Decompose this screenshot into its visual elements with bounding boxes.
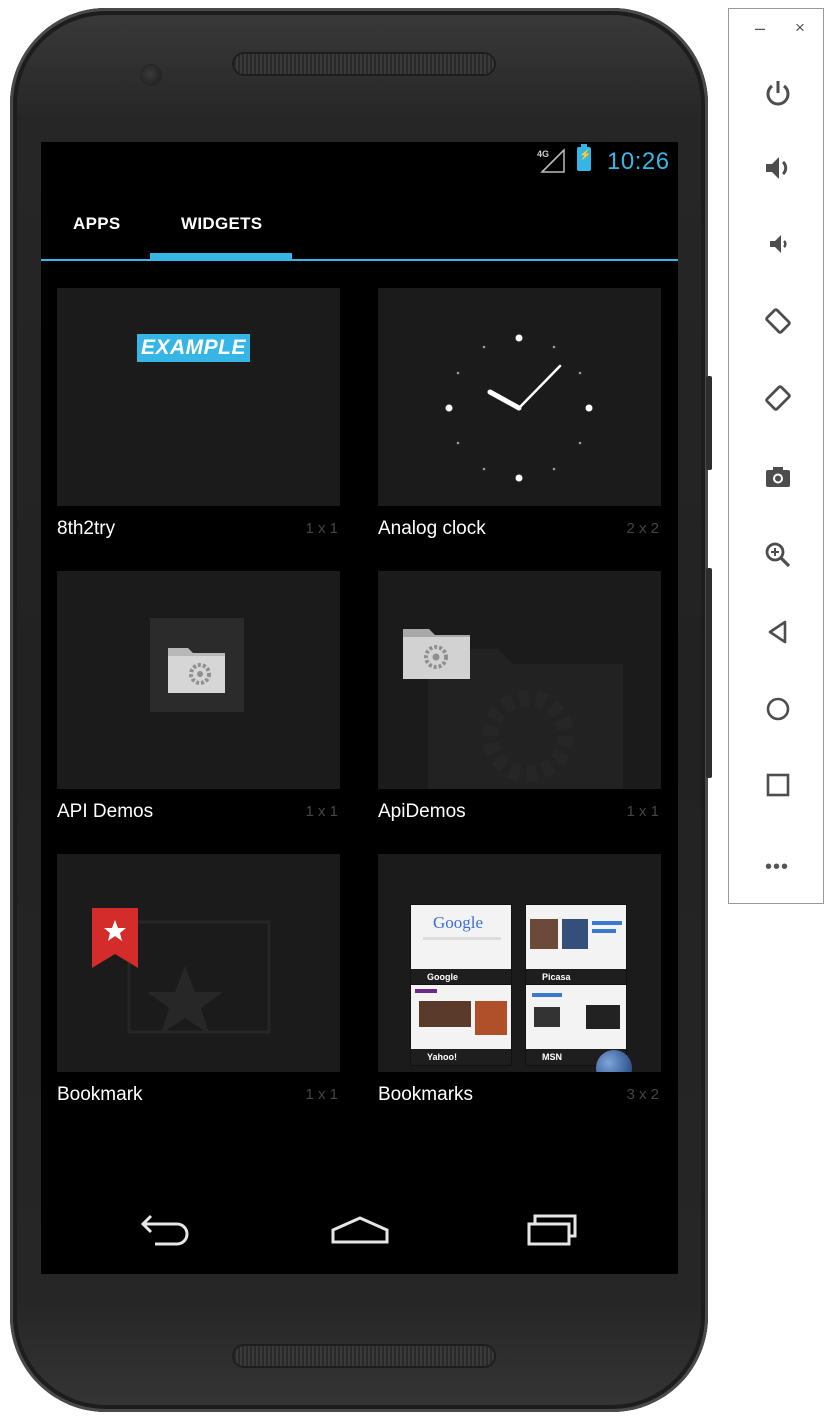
bookmark-thumbnail: Google Google xyxy=(410,904,512,986)
bookmark-thumbnail: Yahoo! xyxy=(410,984,512,1066)
volume-up-icon[interactable] xyxy=(762,152,794,184)
widget-name: API Demos xyxy=(57,801,154,822)
more-options-icon[interactable]: ••• xyxy=(765,857,789,877)
widget-size: 1 x 1 xyxy=(305,520,338,537)
navigation-bar xyxy=(41,1194,678,1274)
recents-icon[interactable] xyxy=(525,1210,581,1250)
home-icon[interactable] xyxy=(762,693,794,725)
widget-name: Bookmarks xyxy=(378,1084,474,1105)
thumbnail-label: Picasa xyxy=(526,969,626,985)
top-speaker-grille xyxy=(232,52,496,76)
bookmark-thumbnail: Picasa xyxy=(525,904,627,986)
example-preview-label: EXAMPLE xyxy=(137,334,251,362)
rotate-right-icon[interactable] xyxy=(762,382,794,414)
device-screen: 4G 10:26 APPS WIDGETS EXAMPLE 8th2try 1 … xyxy=(41,142,678,1274)
back-icon[interactable] xyxy=(762,616,794,648)
bottom-speaker-grille xyxy=(232,1344,496,1368)
widget-size: 3 x 2 xyxy=(626,1086,659,1103)
minimize-button[interactable]: – xyxy=(755,19,765,37)
settings-folder-icon xyxy=(168,648,225,693)
widget-preview[interactable] xyxy=(57,854,340,1072)
widget-name: ApiDemos xyxy=(378,801,466,822)
tab-divider xyxy=(41,259,678,261)
zoom-icon[interactable] xyxy=(762,539,794,571)
tab-widgets[interactable]: WIDGETS xyxy=(181,214,262,234)
volume-side-button[interactable] xyxy=(706,568,712,778)
thumbnail-label: Yahoo! xyxy=(411,1049,511,1065)
cell-signal-icon: 4G xyxy=(536,148,566,174)
folder-tile xyxy=(150,618,244,712)
status-time: 10:26 xyxy=(607,148,670,175)
widget-size: 2 x 2 xyxy=(626,520,659,537)
battery-charging-icon xyxy=(577,144,591,171)
emulator-toolbar: – × ••• xyxy=(728,8,824,904)
widget-preview[interactable] xyxy=(378,288,661,506)
overview-icon[interactable] xyxy=(762,769,794,801)
widget-size: 1 x 1 xyxy=(626,803,659,820)
power-side-button[interactable] xyxy=(706,376,712,470)
settings-folder-large-icon xyxy=(403,629,623,789)
back-icon[interactable] xyxy=(137,1210,189,1250)
thumbnail-label: Google xyxy=(411,969,511,985)
widget-name: Analog clock xyxy=(378,518,486,539)
tab-bar: APPS WIDGETS xyxy=(41,202,678,262)
analog-clock-icon xyxy=(445,334,593,482)
google-logo: Google xyxy=(433,913,484,932)
widget-name: 8th2try xyxy=(57,518,116,539)
widget-preview[interactable]: EXAMPLE xyxy=(57,288,340,506)
home-icon[interactable] xyxy=(329,1210,391,1250)
volume-down-icon[interactable] xyxy=(762,228,794,260)
close-button[interactable]: × xyxy=(795,19,805,36)
widget-size: 1 x 1 xyxy=(305,1086,338,1103)
widget-preview[interactable] xyxy=(57,571,340,789)
tab-apps[interactable]: APPS xyxy=(73,214,121,234)
rotate-left-icon[interactable] xyxy=(762,305,794,337)
status-bar: 4G 10:26 xyxy=(41,142,678,182)
tab-selected-indicator xyxy=(150,253,292,260)
bookmark-icon xyxy=(92,908,271,1034)
widget-preview[interactable] xyxy=(378,571,661,789)
power-icon[interactable] xyxy=(762,77,794,109)
widget-preview[interactable]: Google Google Picasa Yahoo! MSN xyxy=(378,854,661,1072)
widget-size: 1 x 1 xyxy=(305,803,338,820)
widget-name: Bookmark xyxy=(57,1084,143,1105)
front-camera xyxy=(140,64,162,86)
camera-icon[interactable] xyxy=(762,461,794,493)
